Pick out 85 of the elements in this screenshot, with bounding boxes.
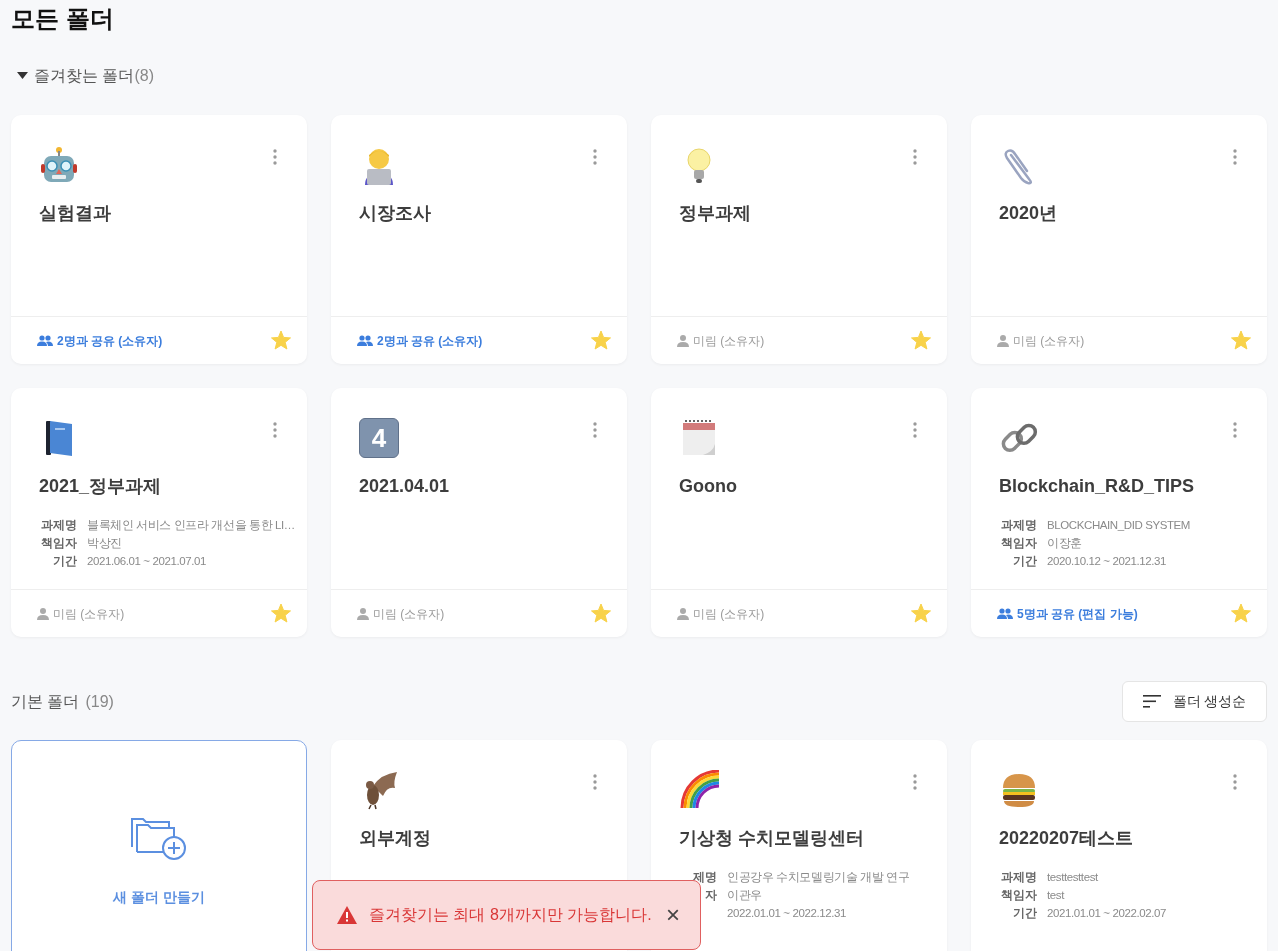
- section-title: 즐겨찾는 폴더: [34, 66, 135, 86]
- detail-label: 과제명: [40, 518, 78, 533]
- detail-value: 2020.10.12 ~ 2021.12.31: [1047, 554, 1168, 569]
- detail-value: 이관우: [727, 888, 763, 903]
- sharing-text: 미림 (소유자): [1013, 332, 1085, 350]
- detail-label: 기간: [1012, 906, 1038, 921]
- folder-name: 2021_정부과제: [39, 475, 163, 498]
- folder-name: 외부계정: [359, 827, 432, 850]
- page-title: 모든 폴더: [11, 4, 114, 34]
- new-folder-label: 새 폴더 만들기: [113, 888, 205, 907]
- sort-button[interactable]: 폴더 생성순: [1122, 681, 1267, 722]
- detail-value: BLOCKCHAIN_DID SYSTEM: [1047, 518, 1192, 533]
- detail-label: 과제명: [1000, 870, 1038, 885]
- collapse-triangle-icon[interactable]: [17, 72, 28, 80]
- detail-label: 책임자: [1000, 536, 1038, 551]
- folder-name: 2021.04.01: [359, 475, 451, 498]
- star-icon[interactable]: [271, 331, 291, 350]
- folder-card[interactable]: 정부과제 미림 (소유자): [651, 115, 947, 364]
- sharing-text: 2명과 공유 (소유자): [377, 332, 483, 350]
- folder-plus-icon: [131, 817, 187, 861]
- sharing-text: 5명과 공유 (편집 가능): [1017, 605, 1138, 623]
- sort-icon: [1142, 695, 1161, 708]
- folder-card[interactable]: Goono 미림 (소유자): [651, 388, 947, 637]
- detail-value: 인공강우 수치모델링기술 개발 연구: [727, 870, 911, 885]
- section-count: (8): [134, 66, 154, 86]
- robot-icon: [39, 145, 79, 185]
- detail-label: 제명: [692, 870, 718, 885]
- detail-value: 2022.01.01 ~ 2022.12.31: [727, 906, 848, 921]
- detail-label: 과제명: [1000, 518, 1038, 533]
- folder-name: 기상청 수치모델링센터: [679, 827, 865, 850]
- detail-value: 2021.06.01 ~ 2021.07.01: [87, 554, 208, 569]
- sharing-text: 미림 (소유자): [693, 332, 765, 350]
- sharing-text: 미림 (소유자): [373, 605, 445, 623]
- star-icon[interactable]: [271, 604, 291, 623]
- star-icon[interactable]: [591, 331, 611, 350]
- star-icon[interactable]: [911, 331, 931, 350]
- section-title: 기본 폴더: [11, 691, 80, 712]
- folder-name: 정부과제: [679, 202, 752, 225]
- more-icon[interactable]: [273, 422, 277, 438]
- folder-card[interactable]: Blockchain_R&D_TIPS 과제명 BLOCKCHAIN_DID SYSTEM 책임자 이장훈 기간 2020.10.12 ~ 2021.12.31 5명과 공유 (편집 가능): [971, 388, 1267, 637]
- detail-value: testtesttest: [1047, 870, 1099, 885]
- detail-value: test: [1047, 888, 1066, 903]
- detail-value: 이장훈: [1047, 536, 1083, 551]
- folder-card[interactable]: 실험결과 2명과 공유 (소유자): [11, 115, 307, 364]
- sharing-text: 미림 (소유자): [53, 605, 125, 623]
- detail-value: 블록체인 서비스 인프라 개선을 통한 LI…: [87, 518, 295, 533]
- more-icon[interactable]: [1233, 774, 1237, 790]
- more-icon[interactable]: [913, 149, 917, 165]
- more-icon[interactable]: [593, 774, 597, 790]
- folder-card[interactable]: 시장조사 2명과 공유 (소유자): [331, 115, 627, 364]
- close-button[interactable]: ×: [666, 903, 680, 927]
- number-tile-icon: 4: [359, 418, 399, 458]
- more-icon[interactable]: [913, 774, 917, 790]
- folder-card[interactable]: 2020년 미림 (소유자): [971, 115, 1267, 364]
- detail-label: 책임자: [1000, 888, 1038, 903]
- folder-name: 실험결과: [39, 202, 112, 225]
- section-count: (19): [85, 691, 114, 712]
- star-icon[interactable]: [911, 604, 931, 623]
- star-icon[interactable]: [1231, 331, 1251, 350]
- detail-value: 2021.01.01 ~ 2022.02.07: [1047, 906, 1168, 921]
- folder-name: 2020년: [999, 202, 1059, 225]
- more-icon[interactable]: [1233, 422, 1237, 438]
- folder-card[interactable]: 2021_정부과제 과제명 블록체인 서비스 인프라 개선을 통한 LI… 책임자 박상진 기간 2021.06.01 ~ 2021.07.01 미림 (소유자): [11, 388, 307, 637]
- more-icon[interactable]: [593, 149, 597, 165]
- more-icon[interactable]: [913, 422, 917, 438]
- detail-label: 책임자: [40, 536, 78, 551]
- more-icon[interactable]: [1233, 149, 1237, 165]
- folder-name: Blockchain_R&D_TIPS: [999, 475, 1196, 498]
- sharing-text: 미림 (소유자): [693, 605, 765, 623]
- star-icon[interactable]: [1231, 604, 1251, 623]
- folder-name: 시장조사: [359, 202, 432, 225]
- detail-label: 기간: [52, 554, 78, 569]
- detail-value: 박상진: [87, 536, 123, 551]
- more-icon[interactable]: [273, 149, 277, 165]
- folder-card[interactable]: 4 2021.04.01 미림 (소유자): [331, 388, 627, 637]
- folder-card[interactable]: 20220207테스트 과제명 testtesttest 책임자 test 기간 2021.01.01 ~ 2022.02.07: [971, 740, 1267, 951]
- folder-name: Goono: [679, 475, 738, 498]
- folder-name: 20220207테스트: [999, 827, 1135, 850]
- detail-label: 자: [704, 888, 718, 903]
- more-icon[interactable]: [593, 422, 597, 438]
- star-icon[interactable]: [591, 604, 611, 623]
- sharing-text: 2명과 공유 (소유자): [57, 332, 163, 350]
- detail-label: 기간: [1012, 554, 1038, 569]
- rainbow-icon: [679, 770, 719, 810]
- warning-icon: [337, 906, 357, 924]
